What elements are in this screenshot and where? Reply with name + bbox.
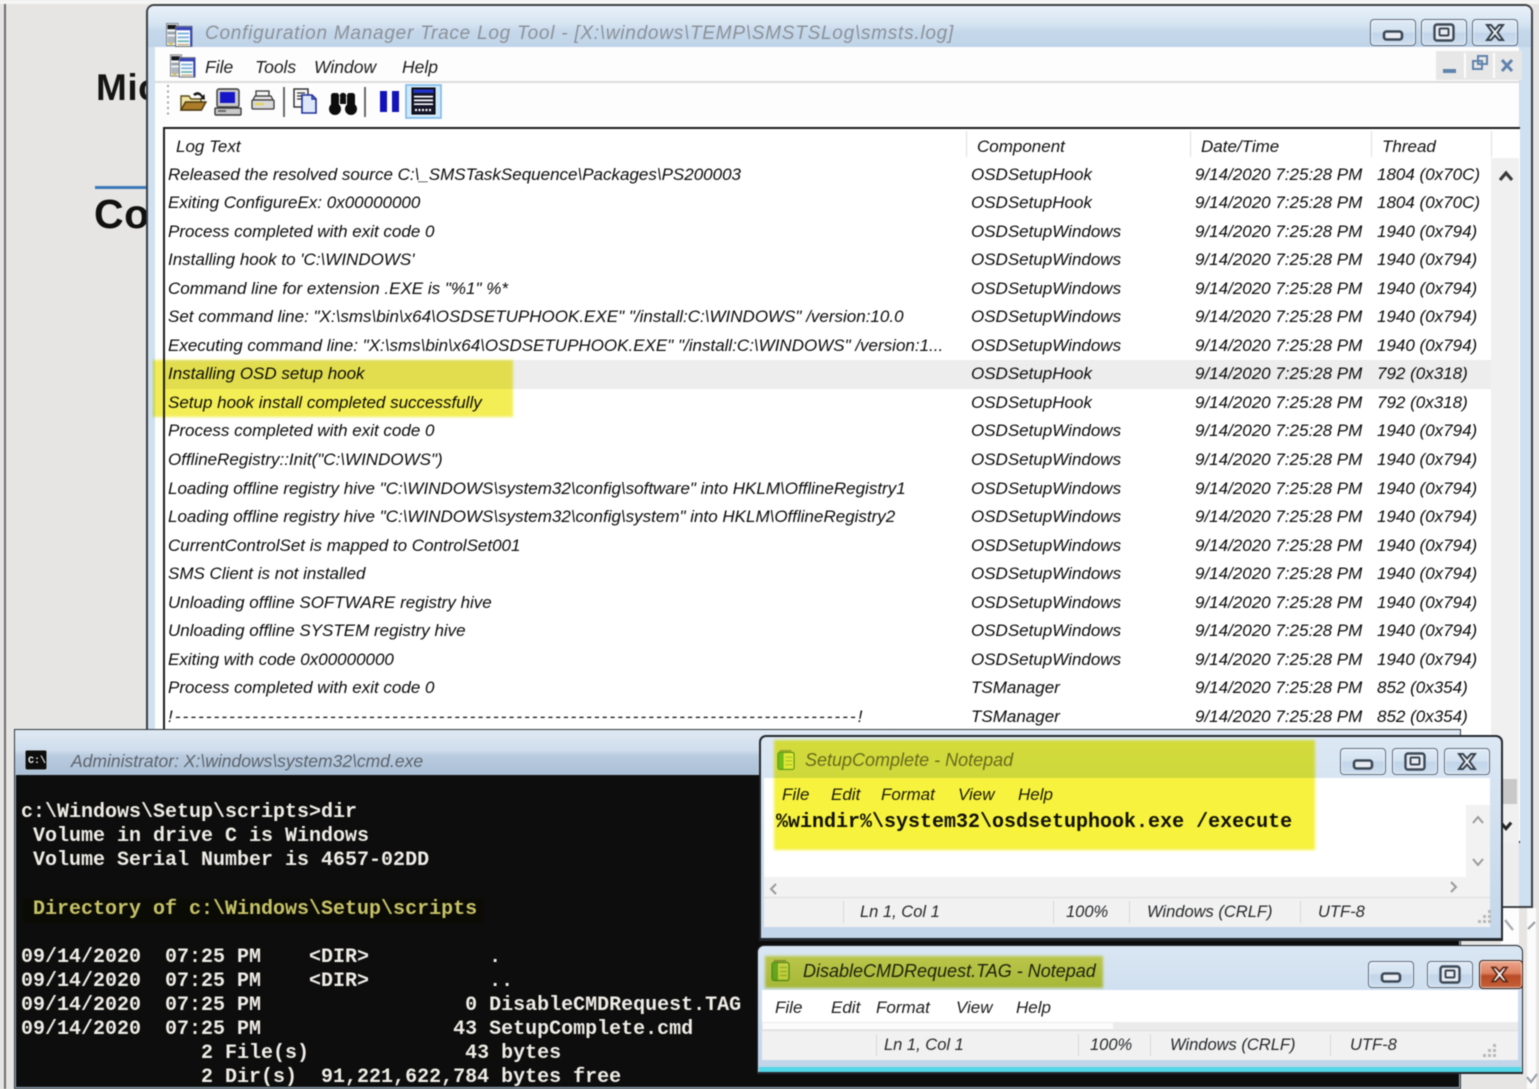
svg-text:C:\: C:\: [28, 755, 46, 767]
